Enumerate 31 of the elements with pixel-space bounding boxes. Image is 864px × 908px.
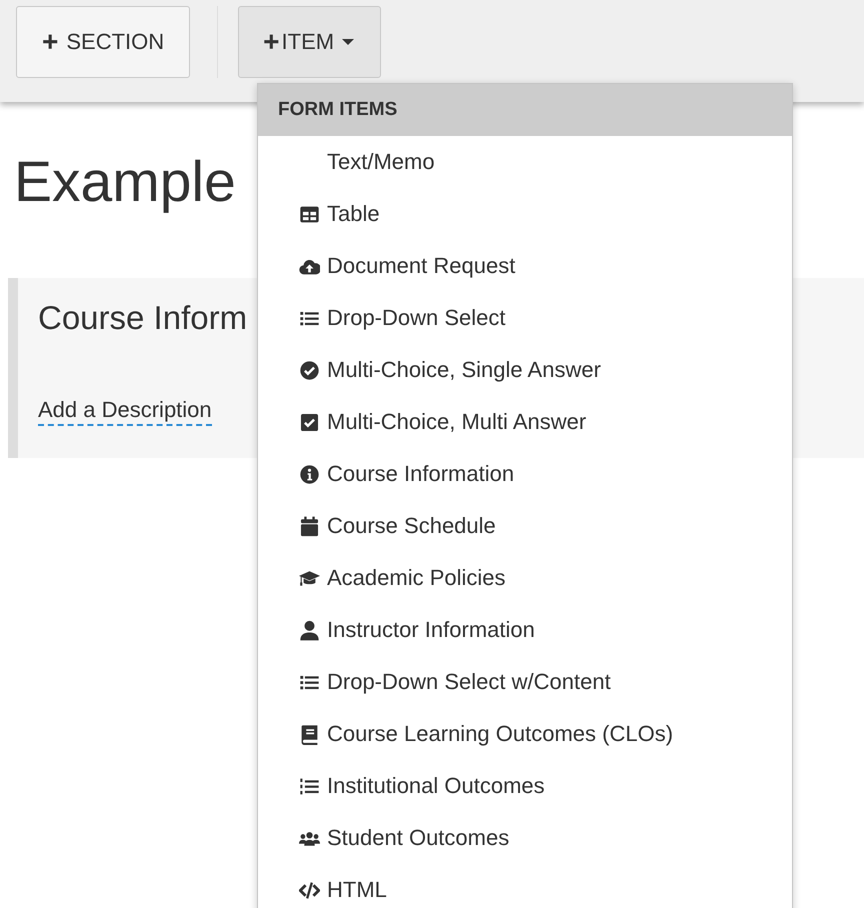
menu-header: FORM ITEMS (258, 84, 792, 136)
book-icon (299, 724, 320, 744)
code-icon (299, 880, 320, 900)
add-section-button[interactable]: + SECTION (16, 6, 190, 78)
calendar-icon (299, 516, 320, 536)
check-circle-icon (299, 360, 320, 380)
menu-item[interactable]: Text/Memo (258, 136, 435, 188)
menu-item[interactable]: Student Outcomes (258, 812, 510, 864)
menu-item[interactable]: Drop-Down Select w/Content (258, 656, 611, 708)
menu-item[interactable]: Instructor Information (258, 604, 535, 656)
checkbox-icon (299, 412, 320, 432)
menu-item[interactable]: Course Information (258, 448, 514, 500)
menu-item[interactable]: Document Request (258, 240, 516, 292)
user-icon (299, 620, 320, 640)
menu-item[interactable]: Table (258, 188, 380, 240)
menu-item[interactable]: Multi-Choice, Multi Answer (258, 396, 586, 448)
menu-item[interactable]: Drop-Down Select (258, 292, 506, 344)
menu-item[interactable]: Institutional Outcomes (258, 760, 545, 812)
menu-item[interactable]: Multi-Choice, Single Answer (258, 344, 601, 396)
menu-item[interactable]: Course Schedule (258, 500, 496, 552)
section-title: Course Inform (38, 298, 248, 338)
caret-icon (342, 39, 354, 45)
menu-item[interactable]: HTML (258, 864, 387, 908)
page-title: Example (14, 149, 236, 216)
menu-item[interactable]: Academic Policies (258, 552, 506, 604)
info-icon (299, 464, 320, 484)
add-description-link[interactable]: Add a Description (38, 396, 212, 426)
table-icon (299, 204, 320, 224)
add-item-button[interactable]: +ITEM (238, 6, 382, 78)
numbered-list-icon (299, 776, 320, 796)
menu-item[interactable]: Course Learning Outcomes (CLOs) (258, 708, 674, 760)
